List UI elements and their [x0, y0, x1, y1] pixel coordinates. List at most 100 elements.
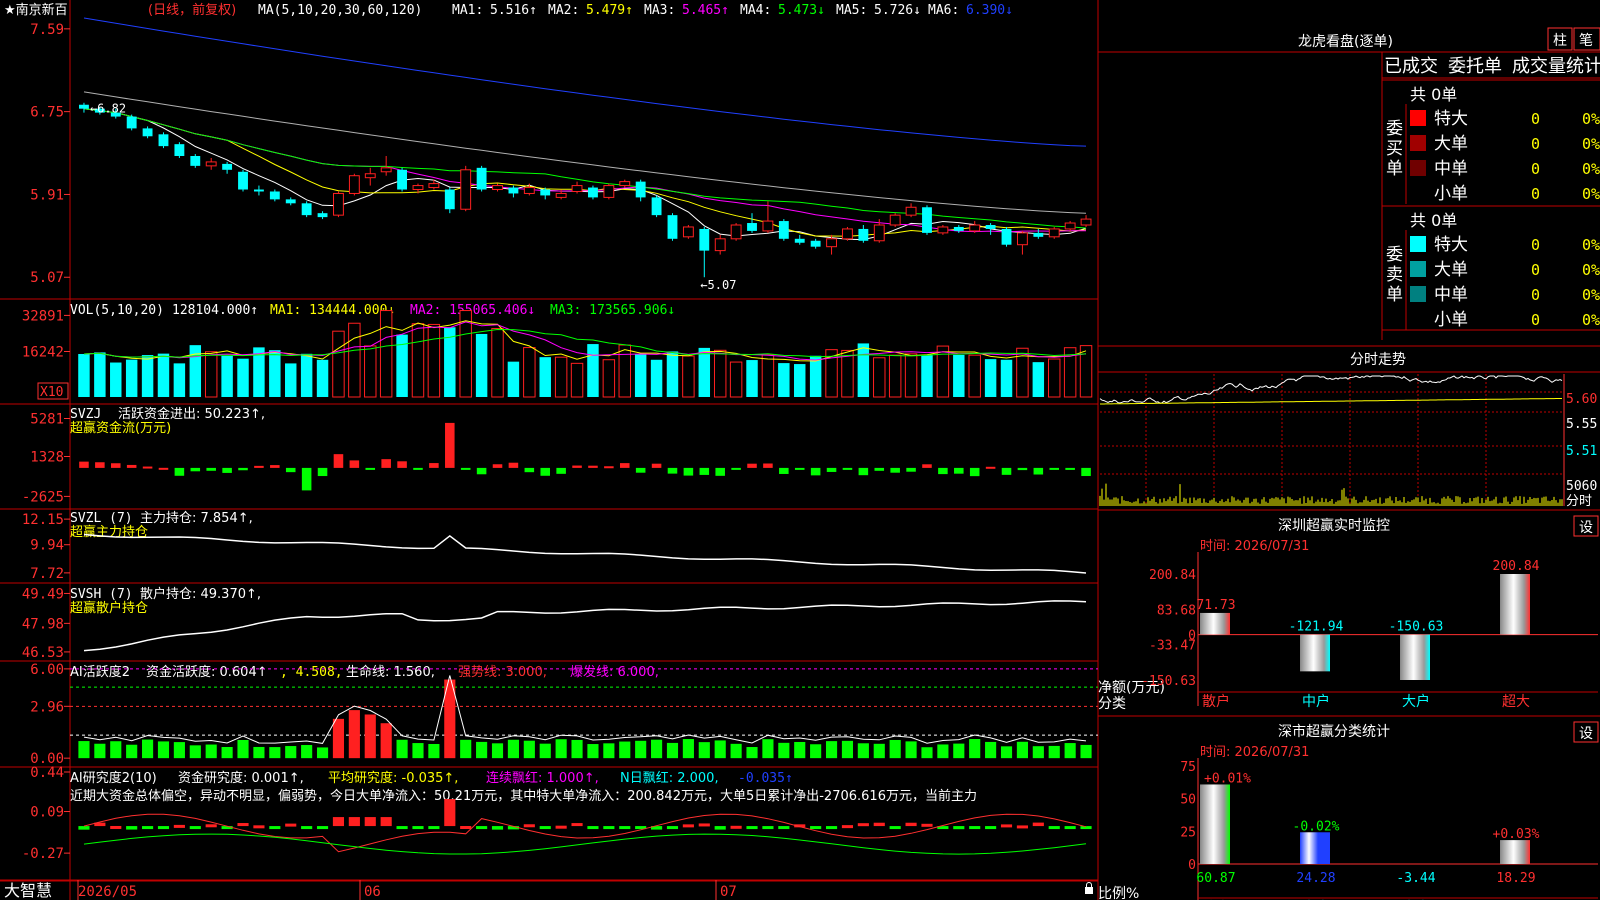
research-bar[interactable]	[1032, 822, 1044, 827]
candle[interactable]	[730, 224, 742, 240]
flow-bar[interactable]	[95, 462, 105, 468]
research-bar[interactable]	[1064, 826, 1076, 830]
research-bar[interactable]	[205, 824, 217, 828]
sz-class-bar[interactable]	[1200, 784, 1230, 864]
candle[interactable]	[922, 207, 932, 233]
research-bar[interactable]	[348, 817, 360, 827]
vol-bar[interactable]	[888, 354, 902, 398]
candle[interactable]	[651, 197, 662, 216]
tab-2[interactable]: 成交量统计	[1512, 56, 1600, 77]
research-bar[interactable]	[460, 826, 472, 830]
vol-bar[interactable]	[523, 347, 536, 398]
candle[interactable]	[985, 225, 996, 229]
flow-bar[interactable]	[333, 454, 344, 468]
flow-bar[interactable]	[922, 464, 932, 468]
candle[interactable]	[397, 169, 408, 190]
activity-bar[interactable]	[1032, 746, 1044, 759]
activity-bar[interactable]	[889, 739, 901, 759]
flow-bar[interactable]	[715, 467, 725, 476]
vol-bar[interactable]	[475, 333, 488, 397]
candle[interactable]	[778, 221, 789, 239]
candle[interactable]	[348, 175, 360, 194]
candle[interactable]	[762, 220, 774, 232]
research-bar[interactable]	[396, 826, 408, 830]
candle[interactable]	[190, 156, 201, 166]
vol-bar[interactable]	[348, 322, 361, 398]
candle[interactable]	[1064, 222, 1076, 230]
research-bar[interactable]	[921, 823, 933, 827]
research-bar[interactable]	[619, 826, 631, 830]
activity-bar[interactable]	[873, 743, 885, 759]
activity-bar[interactable]	[173, 742, 185, 759]
activity-bar[interactable]	[730, 743, 742, 759]
research-bar[interactable]	[825, 826, 838, 830]
vol-bar[interactable]	[300, 353, 313, 397]
flow-bar[interactable]	[1001, 467, 1012, 475]
flow-bar[interactable]	[285, 467, 296, 473]
vol-bar[interactable]	[602, 359, 616, 398]
activity-bar[interactable]	[825, 741, 838, 759]
flow-bar[interactable]	[79, 461, 89, 468]
research-bar[interactable]	[316, 826, 329, 830]
activity-bar[interactable]	[253, 746, 265, 759]
candle[interactable]	[238, 171, 248, 190]
sz-monitor-bar[interactable]	[1300, 634, 1330, 672]
candle[interactable]	[222, 163, 233, 170]
activity-bar[interactable]	[841, 740, 854, 759]
activity-bar[interactable]	[1000, 746, 1013, 759]
activity-bar[interactable]	[126, 744, 138, 759]
research-bar[interactable]	[810, 826, 822, 830]
research-bar[interactable]	[412, 826, 424, 830]
candle[interactable]	[317, 213, 328, 218]
flow-bar[interactable]	[842, 467, 853, 470]
candle[interactable]	[937, 226, 949, 234]
flow-bar[interactable]	[556, 467, 566, 474]
activity-bar[interactable]	[396, 739, 408, 759]
flow-bar[interactable]	[938, 467, 948, 475]
vol-bar[interactable]	[1000, 359, 1013, 397]
vol-bar[interactable]	[570, 362, 584, 398]
candle[interactable]	[826, 238, 837, 248]
candle[interactable]	[333, 192, 344, 216]
research-bar[interactable]	[985, 826, 997, 830]
vol-bar[interactable]	[269, 350, 281, 397]
research-bar[interactable]	[157, 826, 170, 830]
activity-bar[interactable]	[905, 741, 917, 759]
candle[interactable]	[460, 169, 472, 210]
candle[interactable]	[253, 189, 264, 192]
activity-bar[interactable]	[507, 739, 519, 759]
research-bar[interactable]	[603, 826, 615, 830]
activity-bar[interactable]	[1080, 744, 1092, 759]
flow-bar[interactable]	[492, 464, 503, 468]
flow-bar[interactable]	[619, 463, 630, 468]
research-bar[interactable]	[555, 825, 567, 829]
vol-bar[interactable]	[618, 344, 631, 398]
activity-bar[interactable]	[301, 745, 313, 759]
vol-bar[interactable]	[491, 328, 504, 398]
activity-bar[interactable]	[237, 739, 249, 759]
flow-bar[interactable]	[1081, 467, 1091, 477]
vol-bar[interactable]	[904, 353, 918, 398]
research-bar[interactable]	[762, 826, 774, 830]
candle[interactable]	[540, 189, 551, 196]
candle[interactable]	[364, 173, 376, 179]
activity-bar[interactable]	[428, 743, 440, 759]
vol-bar[interactable]	[841, 349, 854, 398]
vol-bar[interactable]	[698, 347, 711, 397]
vol-bar[interactable]	[189, 345, 202, 397]
candle[interactable]	[873, 224, 885, 242]
candle[interactable]	[285, 199, 296, 204]
activity-bar[interactable]	[1016, 741, 1028, 759]
activity-bar[interactable]	[587, 744, 599, 759]
activity-bar[interactable]	[603, 743, 615, 759]
flow-bar[interactable]	[254, 465, 264, 468]
flow-bar[interactable]	[413, 467, 423, 470]
activity-bar[interactable]	[221, 747, 233, 759]
flow-bar[interactable]	[508, 462, 519, 468]
vol-bar[interactable]	[173, 363, 186, 397]
flow-bar[interactable]	[238, 467, 248, 471]
activity-bar[interactable]	[937, 744, 949, 759]
research-bar[interactable]	[539, 826, 551, 830]
flow-bar[interactable]	[826, 467, 837, 472]
flow-bar[interactable]	[317, 467, 328, 477]
